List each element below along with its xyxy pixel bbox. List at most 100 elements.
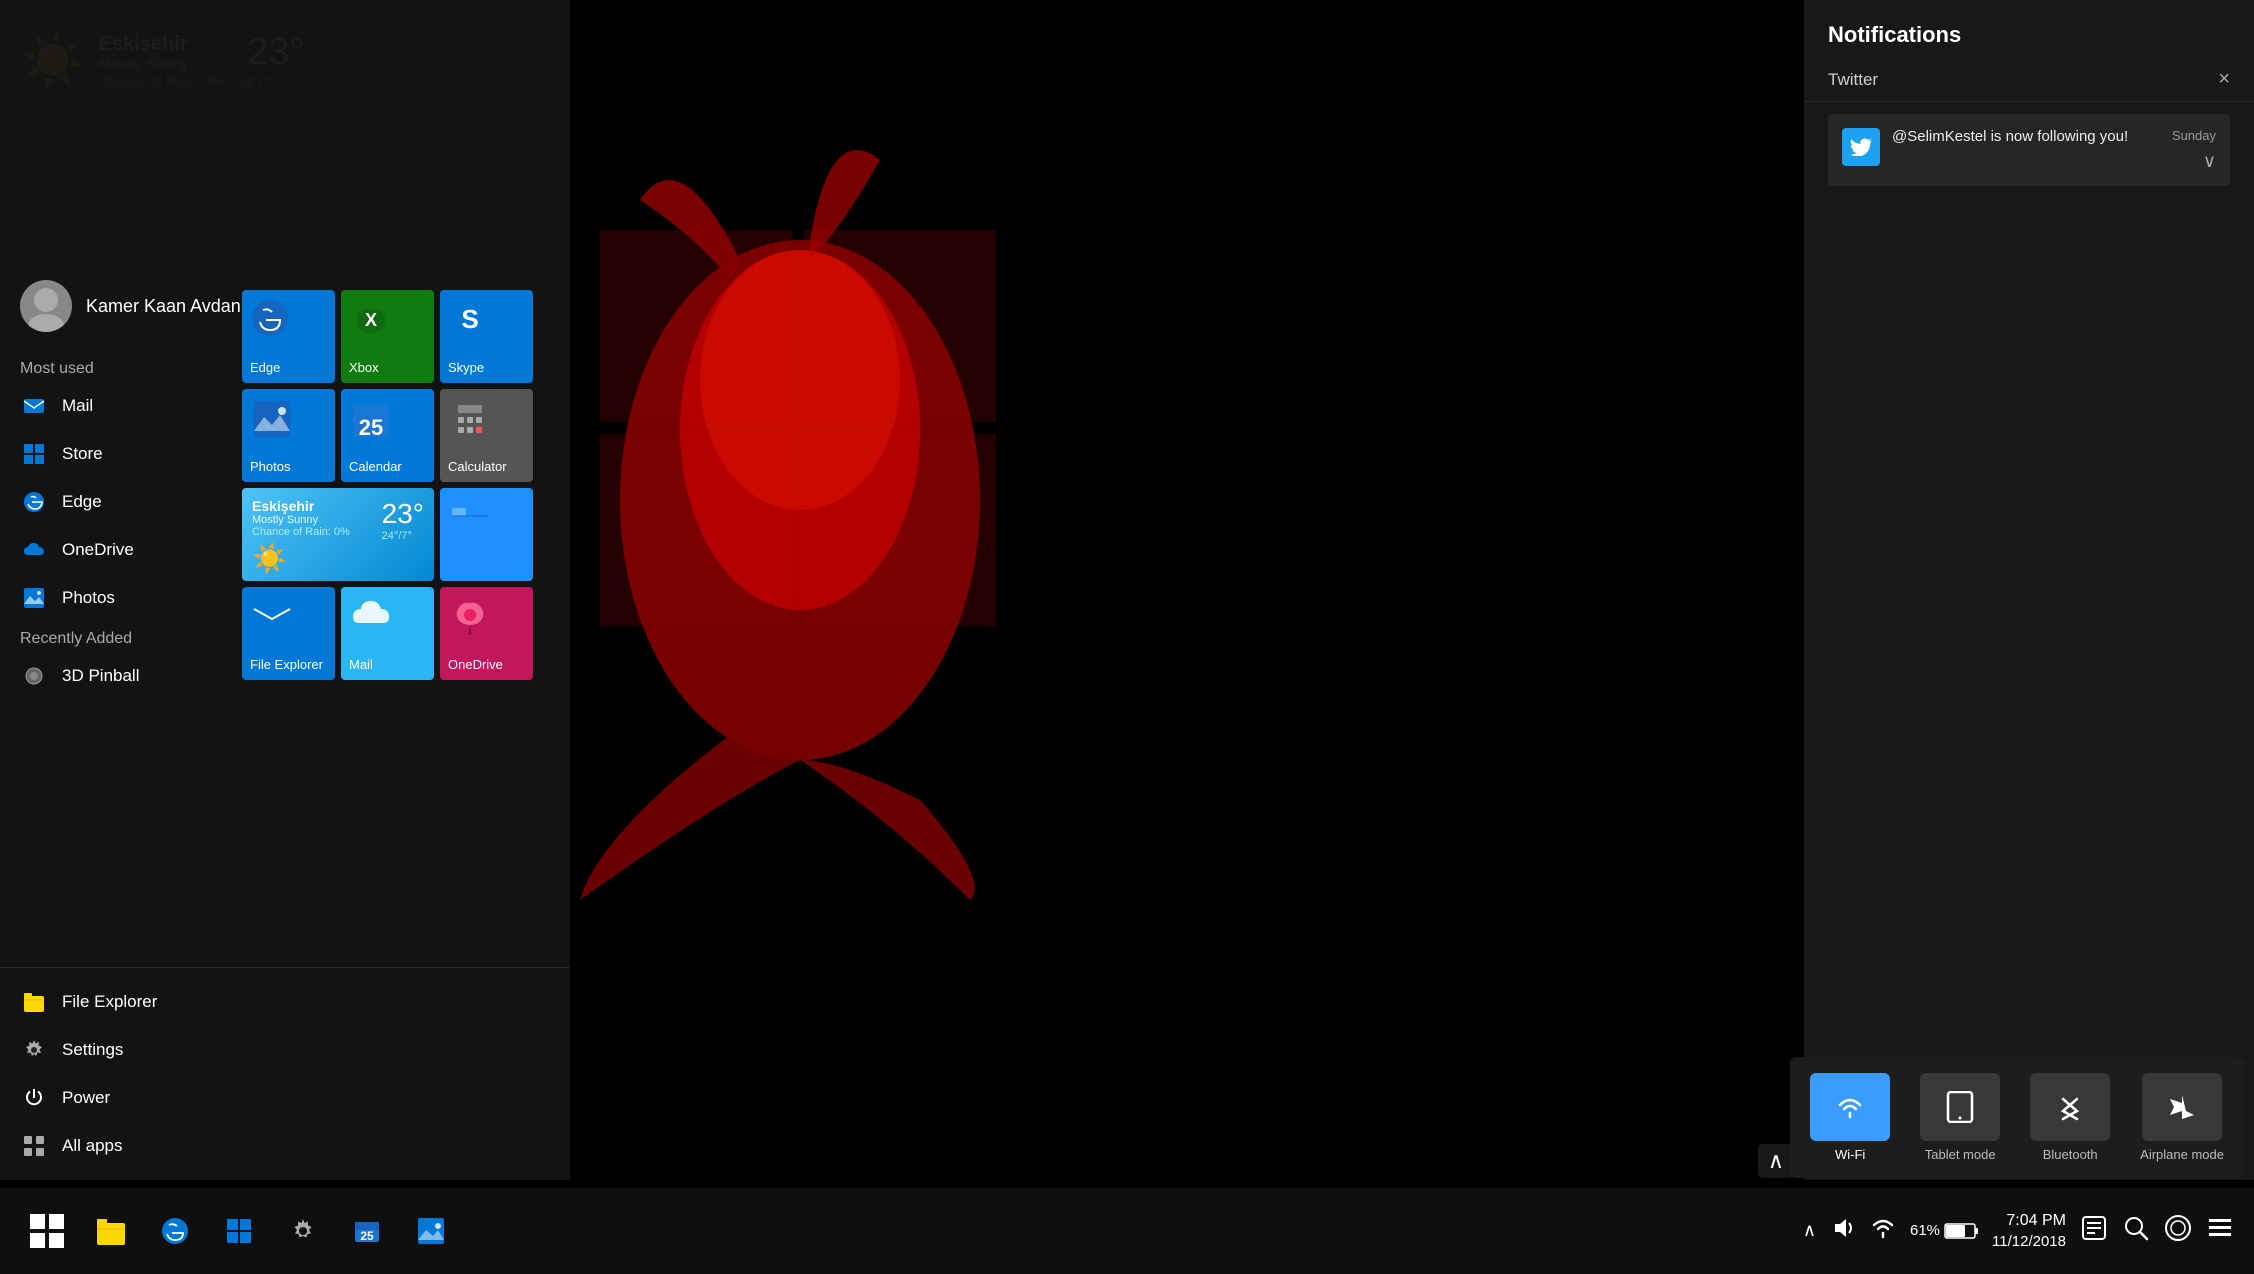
photos-icon: [20, 584, 48, 612]
tile-weather-condition: Mostly Sunny: [252, 514, 350, 526]
3dpinball-icon: [20, 662, 48, 690]
sidebar-item-3dpinball-label: 3D Pinball: [62, 666, 140, 686]
wifi-icon-box[interactable]: [1810, 1073, 1890, 1141]
tablet-icon-box[interactable]: [1920, 1073, 2000, 1141]
tile-onedrive-label: Mail: [349, 657, 373, 672]
start-menu-bottom: File Explorer Settings Power All apps: [0, 967, 570, 1180]
tile-paint3d[interactable]: OneDrive: [440, 587, 533, 680]
qs-bluetooth-label: Bluetooth: [2043, 1147, 2098, 1162]
tile-grid: Edge X Xbox S Skype Photos 25 Calendar C…: [242, 290, 533, 680]
bluetooth-icon-box[interactable]: [2030, 1073, 2110, 1141]
tile-onedrive[interactable]: Mail: [341, 587, 434, 680]
notif-app-name: Twitter: [1828, 70, 1878, 90]
sidebar-item-all-apps[interactable]: All apps: [0, 1122, 570, 1170]
taskbar-file-explorer[interactable]: [84, 1204, 138, 1258]
tile-skype[interactable]: S Skype: [440, 290, 533, 383]
quick-settings-panel: Wi-Fi Tablet mode Bluetooth Airplane mod…: [1790, 1057, 2244, 1178]
sidebar-settings-label: Settings: [62, 1040, 123, 1060]
system-tray: ∧ 61%: [1803, 1215, 1978, 1246]
qs-bluetooth[interactable]: Bluetooth: [2030, 1073, 2110, 1162]
taskbar-left: 25: [20, 1204, 458, 1258]
taskbar-time: 7:04 PM: [1992, 1211, 2066, 1232]
tile-weather[interactable]: Eskişehir Mostly Sunny Chance of Rain: 0…: [242, 488, 434, 581]
qs-airplane[interactable]: Airplane mode: [2140, 1073, 2224, 1162]
svg-text:25: 25: [360, 1229, 374, 1243]
sidebar-file-explorer-label: File Explorer: [62, 992, 157, 1012]
tile-mail[interactable]: File Explorer: [242, 587, 335, 680]
sidebar-all-apps-label: All apps: [62, 1136, 122, 1156]
tile-xbox[interactable]: X Xbox: [341, 290, 434, 383]
sidebar-item-file-explorer[interactable]: File Explorer: [0, 978, 570, 1026]
sidebar-item-photos-label: Photos: [62, 588, 115, 608]
notif-card-text: @SelimKestel is now following you!: [1892, 128, 2128, 145]
qs-tablet[interactable]: Tablet mode: [1920, 1073, 2000, 1162]
qs-wifi[interactable]: Wi-Fi: [1810, 1073, 1890, 1162]
action-center-button[interactable]: [2080, 1214, 2108, 1247]
sidebar-item-settings[interactable]: Settings: [0, 1026, 570, 1074]
notifications-panel: Notifications Twitter × @SelimKestel is …: [1804, 0, 2254, 1180]
battery-pct: 61%: [1910, 1222, 1940, 1239]
tile-edge-label: Edge: [250, 360, 280, 375]
store-icon: [20, 440, 48, 468]
taskbar-date: 11/12/2018: [1992, 1232, 2066, 1252]
tile-edge[interactable]: Edge: [242, 290, 335, 383]
sidebar-item-store-label: Store: [62, 444, 103, 464]
airplane-icon-box[interactable]: [2142, 1073, 2222, 1141]
notif-expand-icon[interactable]: ∨: [2203, 151, 2216, 172]
volume-icon[interactable]: [1830, 1215, 1856, 1246]
tile-paint3d-label: OneDrive: [448, 657, 503, 672]
taskbar: 25 ∧ 61% 7:04 PM 11/12/2: [0, 1188, 2254, 1274]
task-view-button[interactable]: [2206, 1214, 2234, 1247]
tile-calculator-label: Calculator: [448, 459, 507, 474]
sidebar-item-edge-label: Edge: [62, 492, 102, 512]
tray-expand[interactable]: ∧: [1803, 1220, 1816, 1241]
chevron-up-button[interactable]: ∧: [1758, 1144, 1794, 1178]
tile-photos[interactable]: Photos: [242, 389, 335, 482]
tile-weather-temp: 23°: [382, 498, 424, 530]
taskbar-search[interactable]: [2122, 1214, 2150, 1247]
notifications-header: Notifications: [1804, 0, 2254, 58]
taskbar-calendar[interactable]: 25: [340, 1204, 394, 1258]
tile-calculator[interactable]: Calculator: [440, 389, 533, 482]
tile-file-explorer[interactable]: [440, 488, 533, 581]
taskbar-photos[interactable]: [404, 1204, 458, 1258]
notif-close-button[interactable]: ×: [2218, 68, 2230, 91]
notif-card[interactable]: @SelimKestel is now following you! Sunda…: [1828, 114, 2230, 186]
battery-area[interactable]: 61%: [1910, 1222, 1978, 1240]
cortana-button[interactable]: [2164, 1214, 2192, 1247]
svg-text:X: X: [365, 310, 377, 330]
notifications-title: Notifications: [1828, 22, 1961, 48]
user-name: Kamer Kaan Avdan: [86, 296, 241, 317]
taskbar-settings[interactable]: [276, 1204, 330, 1258]
wifi-tray-icon[interactable]: [1870, 1215, 1896, 1246]
qs-tablet-label: Tablet mode: [1925, 1147, 1996, 1162]
avatar[interactable]: [20, 280, 72, 332]
edge-icon: [20, 488, 48, 516]
taskbar-right: ∧ 61% 7:04 PM 11/12/2018: [1803, 1211, 2234, 1251]
onedrive-icon: [20, 536, 48, 564]
start-button[interactable]: [20, 1204, 74, 1258]
taskbar-edge[interactable]: [148, 1204, 202, 1258]
sidebar-power-label: Power: [62, 1088, 110, 1108]
tile-skype-label: Skype: [448, 360, 484, 375]
sidebar-item-onedrive-label: OneDrive: [62, 540, 134, 560]
sidebar-item-mail-label: Mail: [62, 396, 93, 416]
file-explorer-icon: [20, 988, 48, 1016]
tile-calendar-label: Calendar: [349, 459, 402, 474]
mail-icon: [20, 392, 48, 420]
sidebar-item-power[interactable]: Power: [0, 1074, 570, 1122]
twitter-icon: [1842, 128, 1880, 166]
power-icon: [20, 1084, 48, 1112]
qs-airplane-label: Airplane mode: [2140, 1147, 2224, 1162]
taskbar-store[interactable]: [212, 1204, 266, 1258]
all-apps-icon: [20, 1132, 48, 1160]
notif-app-row: Twitter ×: [1804, 58, 2254, 102]
tile-mail-label: File Explorer: [250, 657, 323, 672]
tile-weather-rain: Chance of Rain: 0%: [252, 526, 350, 538]
settings-icon: [20, 1036, 48, 1064]
taskbar-clock[interactable]: 7:04 PM 11/12/2018: [1992, 1211, 2066, 1251]
svg-text:S: S: [461, 304, 478, 334]
svg-text:25: 25: [359, 415, 383, 440]
tile-calendar[interactable]: 25 Calendar: [341, 389, 434, 482]
qs-wifi-label: Wi-Fi: [1835, 1147, 1865, 1162]
